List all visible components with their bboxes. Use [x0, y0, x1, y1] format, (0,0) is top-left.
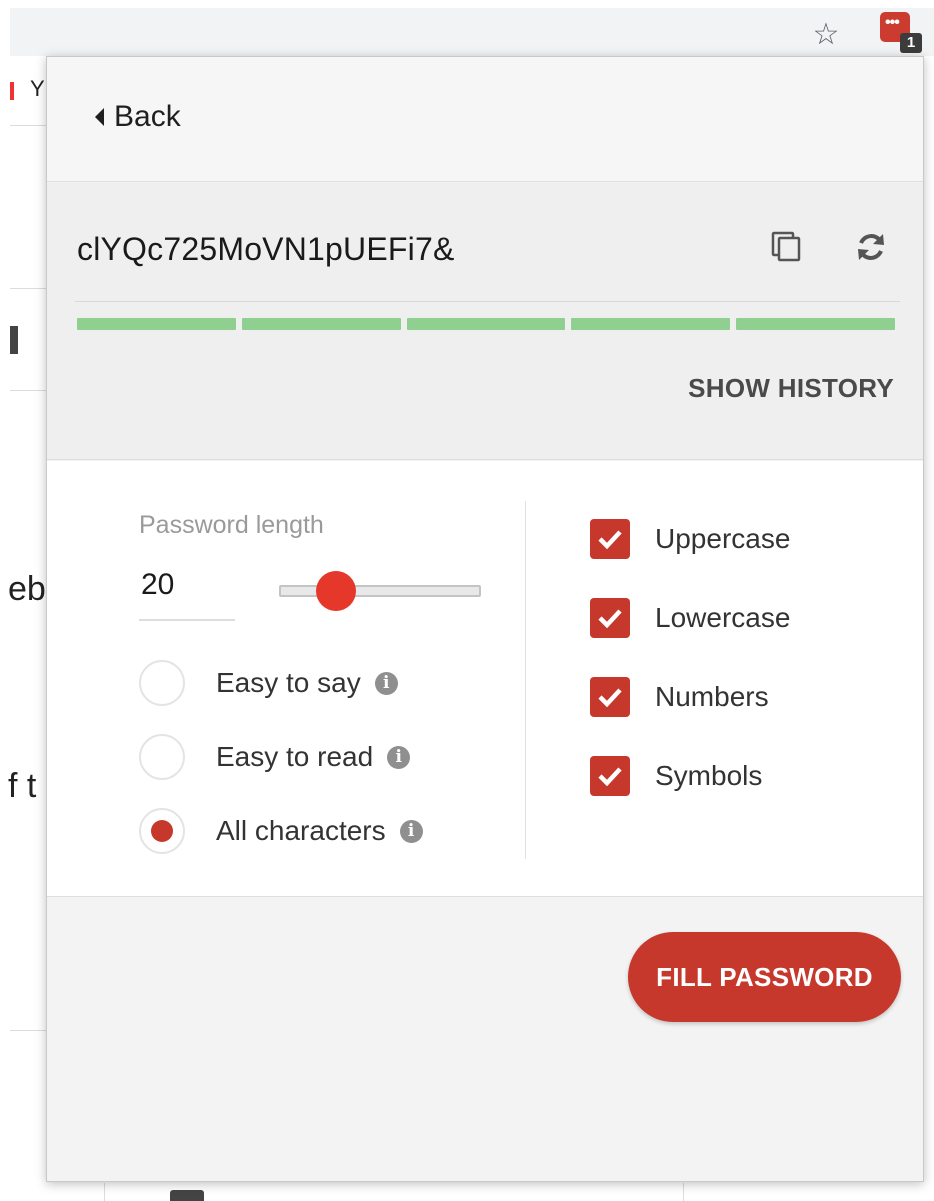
- charset-lowercase[interactable]: Lowercase: [590, 596, 790, 640]
- mode-label: Easy to say: [216, 667, 361, 698]
- strength-segment: [241, 318, 401, 330]
- charset-label: Symbols: [655, 760, 763, 791]
- password-divider: [75, 301, 900, 302]
- slider-track: [279, 585, 481, 597]
- charset-numbers[interactable]: Numbers: [590, 675, 769, 719]
- bg-divider: [10, 390, 50, 391]
- popup-header: Back: [47, 57, 923, 182]
- bg-divider: [10, 288, 50, 289]
- strength-segment: [406, 318, 566, 330]
- charset-uppercase[interactable]: Uppercase: [590, 517, 790, 561]
- extension-badge: 1: [900, 33, 922, 53]
- mode-easy-to-read[interactable]: Easy to read i: [139, 733, 411, 781]
- checkmark-icon: [598, 688, 622, 708]
- bg-red-mark: [10, 82, 14, 100]
- charset-symbols[interactable]: Symbols: [590, 754, 762, 798]
- options-divider: [525, 501, 526, 859]
- generated-password-section: clYQc725MoVN1pUEFi7& SHOW HISTORY: [47, 183, 923, 460]
- mode-all-characters[interactable]: All characters i: [139, 807, 423, 855]
- caret-left-icon: [95, 108, 104, 126]
- info-icon[interactable]: i: [399, 819, 423, 843]
- generator-options: Password length 20 Easy to say i Easy to…: [47, 461, 923, 897]
- slider-thumb[interactable]: [315, 571, 356, 611]
- bg-divider: [10, 125, 50, 126]
- mode-label: All characters: [216, 815, 386, 846]
- info-icon[interactable]: i: [387, 745, 411, 769]
- charset-label: Uppercase: [655, 523, 791, 554]
- bg-divider: [10, 1030, 50, 1031]
- radio-button[interactable]: [139, 660, 185, 706]
- mode-label: Easy to read: [216, 741, 374, 772]
- bg-text-fragment: Y: [30, 76, 45, 101]
- charset-label: Numbers: [655, 681, 769, 712]
- bookmark-star-icon[interactable]: ☆: [809, 18, 843, 52]
- strength-segment: [77, 318, 236, 330]
- generated-password[interactable]: clYQc725MoVN1pUEFi7&: [77, 231, 454, 268]
- bg-dark-mark: [10, 326, 18, 354]
- bg-text-fragment: f t: [8, 767, 37, 805]
- password-length-label: Password length: [139, 511, 324, 539]
- charset-label: Lowercase: [655, 602, 791, 633]
- mode-easy-to-say[interactable]: Easy to say i: [139, 659, 398, 707]
- refresh-icon[interactable]: [853, 229, 889, 265]
- bg-text-fragment: eb: [8, 570, 46, 608]
- copy-icon[interactable]: [769, 229, 803, 263]
- fill-password-button[interactable]: FILL PASSWORD: [628, 932, 901, 1022]
- radio-button[interactable]: [139, 808, 185, 854]
- password-length-input[interactable]: 20: [139, 559, 235, 621]
- browser-toolbar: ☆: [10, 8, 934, 56]
- password-length-slider[interactable]: [279, 571, 481, 611]
- bg-dark-mark: [170, 1190, 204, 1201]
- strength-segment: [571, 318, 731, 330]
- info-icon[interactable]: i: [374, 671, 398, 695]
- checkbox[interactable]: [590, 756, 630, 796]
- bg-divider: [104, 1183, 105, 1201]
- back-label: Back: [114, 100, 181, 133]
- radio-button[interactable]: [139, 734, 185, 780]
- checkmark-icon: [598, 609, 622, 629]
- checkbox[interactable]: [590, 598, 630, 638]
- popup-footer: FILL PASSWORD: [47, 898, 923, 1181]
- checkbox[interactable]: [590, 677, 630, 717]
- strength-segment: [736, 318, 895, 330]
- checkmark-icon: [598, 530, 622, 550]
- checkmark-icon: [598, 767, 622, 787]
- password-generator-popup: Back clYQc725MoVN1pUEFi7& SHOW HISTORY P…: [46, 56, 924, 1182]
- checkbox[interactable]: [590, 519, 630, 559]
- back-button[interactable]: Back: [95, 97, 181, 137]
- password-strength-meter: [77, 318, 895, 330]
- address-bar[interactable]: [10, 8, 855, 56]
- bg-divider: [683, 1183, 684, 1201]
- show-history-button[interactable]: SHOW HISTORY: [688, 373, 894, 404]
